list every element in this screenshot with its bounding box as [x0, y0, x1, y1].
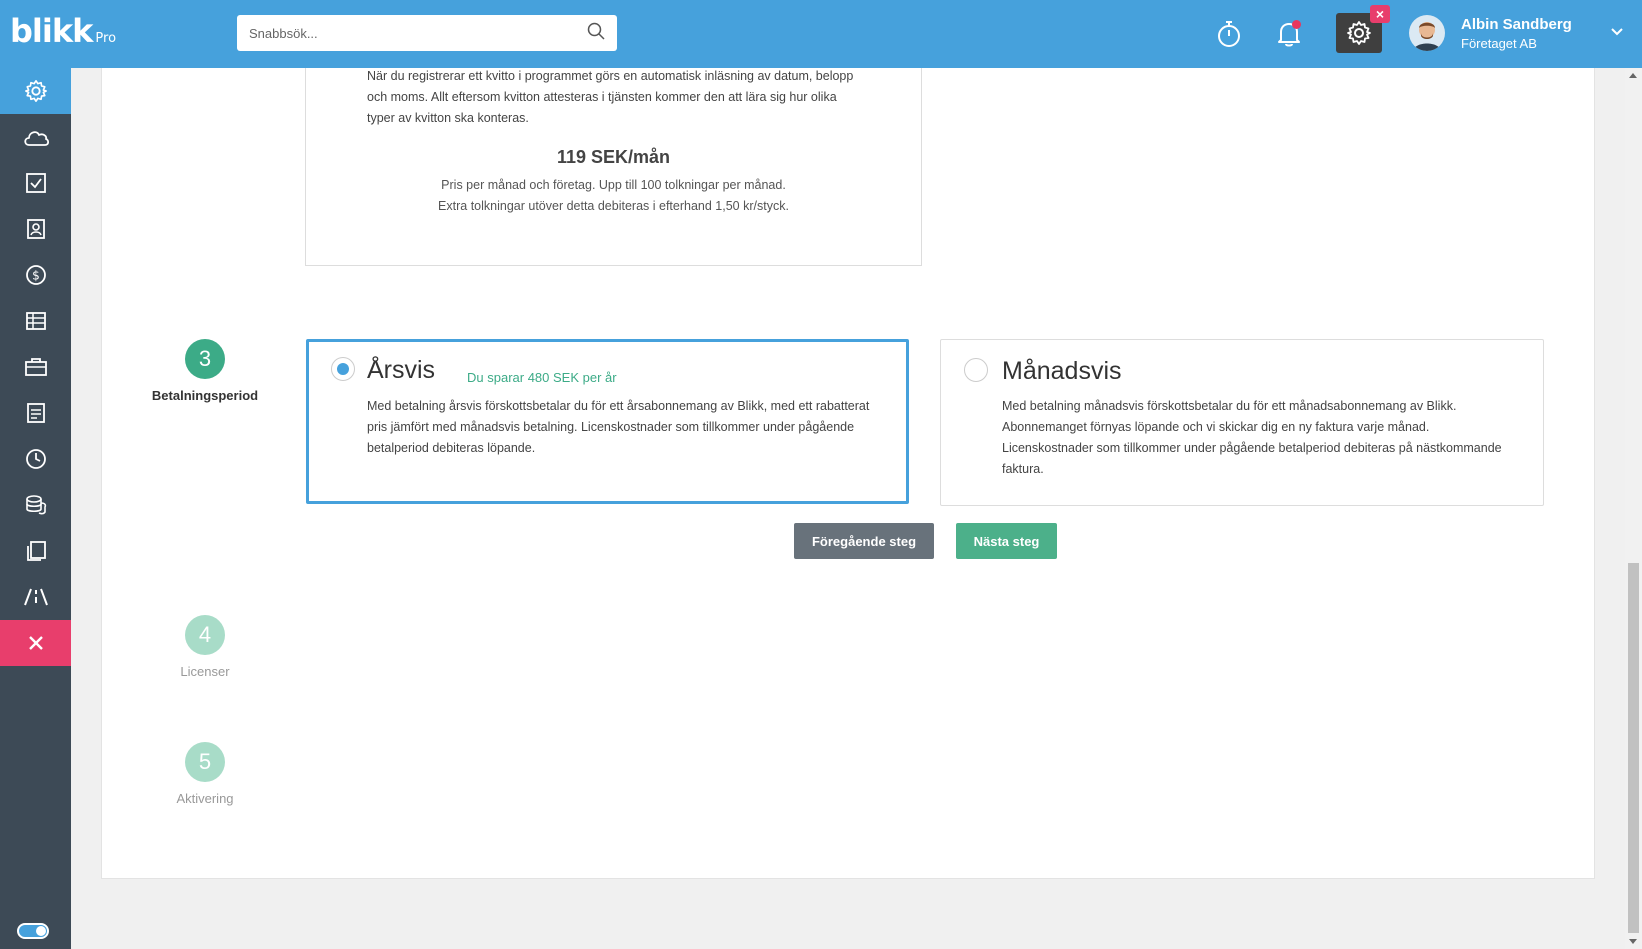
search-box [237, 15, 617, 51]
sidebar-item-road[interactable] [0, 574, 71, 620]
notification-dot [1292, 20, 1301, 29]
company-name: Företaget AB [1461, 36, 1537, 51]
road-icon [23, 588, 48, 606]
sidebar-item-contacts[interactable] [0, 206, 71, 252]
gear-icon [24, 80, 47, 102]
document-list-icon [26, 403, 45, 423]
sidebar: $ [0, 68, 71, 949]
sidebar-item-tasks[interactable] [0, 160, 71, 206]
sidebar-item-documents[interactable] [0, 390, 71, 436]
clock-icon [25, 449, 46, 469]
checkbox-icon [25, 173, 46, 193]
option-description: Med betalning årsvis förskottsbetalar du… [367, 399, 870, 455]
search-input[interactable] [249, 25, 587, 41]
sidebar-item-cloud[interactable] [0, 114, 71, 160]
step-4: 4 Licenser [145, 615, 265, 679]
radio-yearly[interactable] [331, 357, 355, 381]
chevron-down-icon[interactable] [1610, 24, 1624, 42]
service-price-note: Pris per månad och företag. Upp till 100… [305, 175, 922, 217]
notification-bell-icon[interactable] [1269, 14, 1309, 54]
scroll-down-arrow-icon[interactable] [1629, 939, 1637, 944]
cloud-icon [23, 131, 49, 146]
sidebar-toggle-switch[interactable] [17, 923, 49, 939]
price-note-line-2: Extra tolkningar utöver detta debiteras … [438, 199, 789, 213]
close-icon [28, 636, 43, 650]
search-icon[interactable] [587, 22, 605, 45]
option-description: Med betalning månadsvis förskottsbetalar… [1002, 399, 1502, 476]
step-3: 3 Betalningsperiod [145, 339, 265, 403]
table-icon [25, 312, 46, 330]
option-title: Årsvis [367, 356, 436, 384]
blikk-logo[interactable]: blikk Pro [10, 12, 116, 50]
briefcase-icon [24, 358, 47, 376]
sidebar-item-close[interactable] [0, 620, 71, 666]
sidebar-item-economy[interactable]: $ [0, 252, 71, 298]
payment-option-monthly[interactable]: Månadsvis Med betalning månadsvis försko… [940, 339, 1544, 506]
logo-suffix: Pro [95, 31, 117, 46]
payment-option-yearly[interactable]: Årsvis Du sparar 480 SEK per år Med beta… [306, 339, 909, 504]
price-note-line-1: Pris per månad och företag. Upp till 100… [441, 178, 786, 192]
savings-badge: Du sparar 480 SEK per år [467, 370, 617, 385]
sidebar-item-settings[interactable] [0, 68, 71, 114]
previous-step-button[interactable]: Föregående steg [794, 523, 934, 559]
contact-card-icon [26, 219, 45, 239]
user-name: Albin Sandberg [1461, 16, 1572, 33]
step-label: Licenser [180, 664, 230, 679]
service-price: 119 SEK/mån [556, 147, 671, 167]
option-title: Månadsvis [1002, 357, 1122, 385]
stopwatch-icon[interactable] [1209, 14, 1249, 54]
sidebar-item-table[interactable] [0, 298, 71, 344]
step-5: 5 Aktivering [145, 742, 265, 806]
step-number: 4 [185, 615, 225, 655]
close-settings-icon[interactable]: × [1370, 5, 1390, 23]
svg-text:$: $ [32, 269, 40, 283]
logo-text: blikk [10, 12, 93, 50]
copy-icon [26, 541, 46, 561]
next-step-button[interactable]: Nästa steg [956, 523, 1057, 559]
radio-monthly[interactable] [964, 358, 988, 382]
step-label: Betalningsperiod [151, 388, 259, 403]
sidebar-item-finance[interactable] [0, 482, 71, 528]
coins-icon [25, 495, 46, 515]
step-number: 3 [185, 339, 225, 379]
scrollbar[interactable] [1625, 68, 1642, 949]
sidebar-item-copies[interactable] [0, 528, 71, 574]
dollar-icon: $ [25, 265, 46, 285]
sidebar-item-projects[interactable] [0, 344, 71, 390]
avatar[interactable] [1409, 15, 1445, 51]
top-bar: blikk Pro × Albin Sandberg Företaget AB [0, 0, 1642, 68]
service-description: När du registrerar ett kvitto i programm… [367, 69, 854, 125]
scroll-thumb[interactable] [1628, 563, 1639, 933]
settings-button[interactable]: × [1336, 5, 1390, 53]
step-number: 5 [185, 742, 225, 782]
gear-icon [1347, 21, 1371, 45]
scroll-up-arrow-icon[interactable] [1629, 73, 1637, 78]
step-label: Aktivering [176, 791, 234, 806]
user-info[interactable]: Albin Sandberg Företaget AB [1461, 16, 1572, 51]
sidebar-item-time[interactable] [0, 436, 71, 482]
